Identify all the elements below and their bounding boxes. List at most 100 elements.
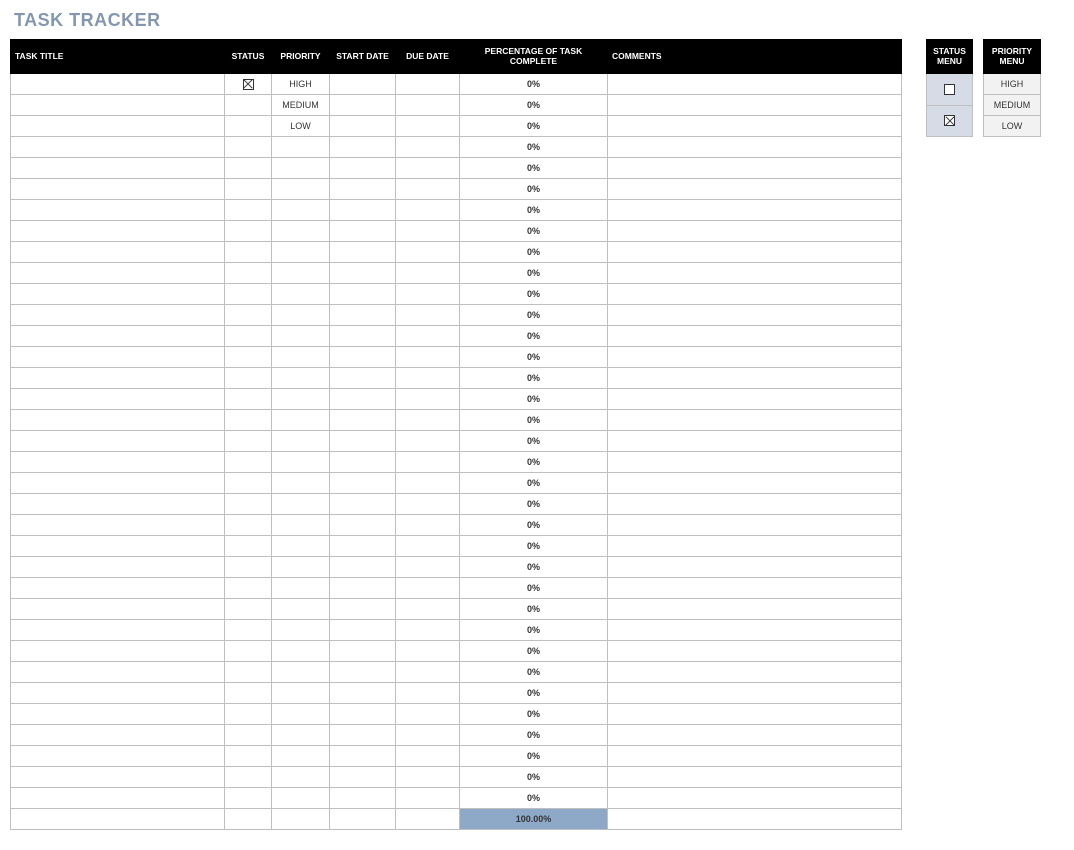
cell-priority[interactable] bbox=[272, 515, 330, 536]
cell-comments[interactable] bbox=[608, 557, 902, 578]
cell-task-title[interactable] bbox=[11, 473, 225, 494]
cell-comments[interactable] bbox=[608, 347, 902, 368]
cell-due-date[interactable] bbox=[396, 788, 460, 809]
cell-pct[interactable]: 0% bbox=[460, 263, 608, 284]
cell-status[interactable] bbox=[225, 599, 272, 620]
cell-start-date[interactable] bbox=[330, 221, 396, 242]
cell-start-date[interactable] bbox=[330, 284, 396, 305]
cell-due-date[interactable] bbox=[396, 767, 460, 788]
cell-pct[interactable]: 0% bbox=[460, 326, 608, 347]
cell-status[interactable] bbox=[225, 347, 272, 368]
cell-comments[interactable] bbox=[608, 725, 902, 746]
cell-status[interactable] bbox=[225, 200, 272, 221]
cell-status[interactable] bbox=[225, 137, 272, 158]
cell-priority[interactable] bbox=[272, 683, 330, 704]
cell-status[interactable] bbox=[225, 704, 272, 725]
cell-priority[interactable] bbox=[272, 788, 330, 809]
cell-status[interactable] bbox=[225, 494, 272, 515]
cell-due-date[interactable] bbox=[396, 494, 460, 515]
cell-start-date[interactable] bbox=[330, 704, 396, 725]
cell-task-title[interactable] bbox=[11, 95, 225, 116]
cell-pct[interactable]: 0% bbox=[460, 410, 608, 431]
cell-due-date[interactable] bbox=[396, 473, 460, 494]
cell-start-date[interactable] bbox=[330, 158, 396, 179]
cell-comments[interactable] bbox=[608, 599, 902, 620]
checkbox-icon[interactable] bbox=[944, 84, 955, 95]
cell-status[interactable] bbox=[225, 221, 272, 242]
cell-due-date[interactable] bbox=[396, 599, 460, 620]
cell-due-date[interactable] bbox=[396, 746, 460, 767]
cell-priority[interactable] bbox=[272, 725, 330, 746]
cell-priority[interactable]: LOW bbox=[272, 116, 330, 137]
cell-pct[interactable]: 0% bbox=[460, 662, 608, 683]
cell-start-date[interactable] bbox=[330, 536, 396, 557]
cell-start-date[interactable] bbox=[330, 557, 396, 578]
cell-start-date[interactable] bbox=[330, 452, 396, 473]
cell-task-title[interactable] bbox=[11, 389, 225, 410]
cell-due-date[interactable] bbox=[396, 137, 460, 158]
cell-priority[interactable] bbox=[272, 410, 330, 431]
cell-start-date[interactable] bbox=[330, 179, 396, 200]
cell-status[interactable] bbox=[225, 746, 272, 767]
cell-pct[interactable]: 0% bbox=[460, 221, 608, 242]
cell-due-date[interactable] bbox=[396, 557, 460, 578]
cell-status[interactable] bbox=[225, 326, 272, 347]
cell-priority[interactable] bbox=[272, 536, 330, 557]
cell-task-title[interactable] bbox=[11, 578, 225, 599]
cell-pct[interactable]: 0% bbox=[460, 494, 608, 515]
cell-priority[interactable] bbox=[272, 263, 330, 284]
cell-pct[interactable]: 0% bbox=[460, 767, 608, 788]
cell-priority[interactable] bbox=[272, 305, 330, 326]
cell-start-date[interactable] bbox=[330, 515, 396, 536]
cell-comments[interactable] bbox=[608, 683, 902, 704]
cell-task-title[interactable] bbox=[11, 263, 225, 284]
cell-start-date[interactable] bbox=[330, 326, 396, 347]
cell-status[interactable] bbox=[225, 116, 272, 137]
cell-start-date[interactable] bbox=[330, 389, 396, 410]
cell-start-date[interactable] bbox=[330, 242, 396, 263]
priority-menu-item[interactable]: LOW bbox=[984, 116, 1041, 137]
cell-status[interactable] bbox=[225, 284, 272, 305]
cell-pct[interactable]: 0% bbox=[460, 179, 608, 200]
cell-priority[interactable] bbox=[272, 179, 330, 200]
cell-due-date[interactable] bbox=[396, 179, 460, 200]
cell-comments[interactable] bbox=[608, 389, 902, 410]
cell-pct[interactable]: 0% bbox=[460, 704, 608, 725]
cell-status[interactable] bbox=[225, 158, 272, 179]
cell-priority[interactable] bbox=[272, 767, 330, 788]
cell-start-date[interactable] bbox=[330, 620, 396, 641]
cell-start-date[interactable] bbox=[330, 200, 396, 221]
cell-pct[interactable]: 0% bbox=[460, 515, 608, 536]
cell-pct[interactable]: 0% bbox=[460, 788, 608, 809]
cell-task-title[interactable] bbox=[11, 347, 225, 368]
cell-start-date[interactable] bbox=[330, 494, 396, 515]
cell-due-date[interactable] bbox=[396, 368, 460, 389]
cell-task-title[interactable] bbox=[11, 662, 225, 683]
cell-pct[interactable]: 0% bbox=[460, 725, 608, 746]
cell-due-date[interactable] bbox=[396, 452, 460, 473]
cell-priority[interactable] bbox=[272, 620, 330, 641]
cell-pct[interactable]: 0% bbox=[460, 305, 608, 326]
cell-comments[interactable] bbox=[608, 158, 902, 179]
cell-comments[interactable] bbox=[608, 641, 902, 662]
cell-pct[interactable]: 0% bbox=[460, 242, 608, 263]
cell-status[interactable] bbox=[225, 95, 272, 116]
cell-comments[interactable] bbox=[608, 179, 902, 200]
cell-task-title[interactable] bbox=[11, 599, 225, 620]
cell-task-title[interactable] bbox=[11, 74, 225, 95]
cell-task-title[interactable] bbox=[11, 494, 225, 515]
cell-pct[interactable]: 0% bbox=[460, 641, 608, 662]
cell-pct[interactable]: 0% bbox=[460, 536, 608, 557]
cell-due-date[interactable] bbox=[396, 305, 460, 326]
cell-start-date[interactable] bbox=[330, 746, 396, 767]
cell-task-title[interactable] bbox=[11, 725, 225, 746]
cell-priority[interactable] bbox=[272, 368, 330, 389]
cell-due-date[interactable] bbox=[396, 200, 460, 221]
cell-start-date[interactable] bbox=[330, 788, 396, 809]
cell-status[interactable] bbox=[225, 74, 272, 95]
cell-status[interactable] bbox=[225, 179, 272, 200]
cell-comments[interactable] bbox=[608, 116, 902, 137]
cell-status[interactable] bbox=[225, 578, 272, 599]
cell-comments[interactable] bbox=[608, 95, 902, 116]
cell-status[interactable] bbox=[225, 725, 272, 746]
